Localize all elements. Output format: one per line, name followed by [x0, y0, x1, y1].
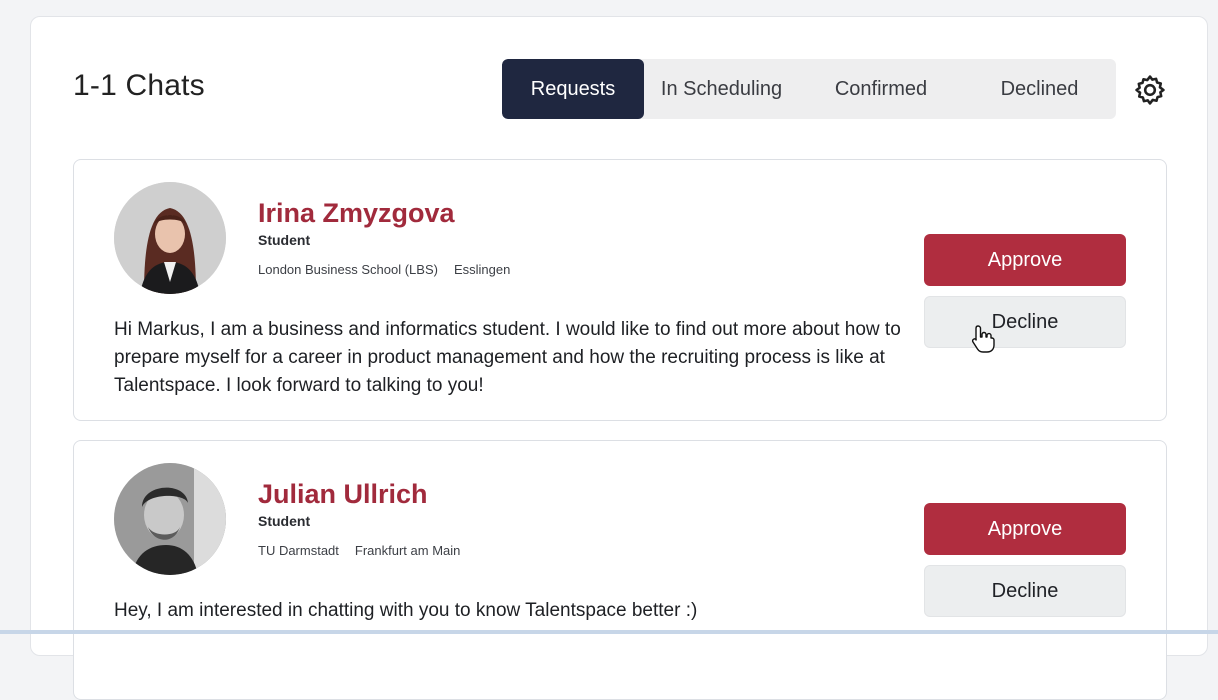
hand-cursor-icon: [970, 324, 996, 354]
approve-button[interactable]: Approve: [924, 503, 1126, 555]
requester-name[interactable]: Julian Ullrich: [258, 479, 428, 510]
request-card: Irina Zmyzgova Student London Business S…: [73, 159, 1167, 421]
tab-in-scheduling[interactable]: In Scheduling: [644, 59, 799, 119]
tab-requests[interactable]: Requests: [502, 59, 644, 119]
tab-confirmed[interactable]: Confirmed: [799, 59, 963, 119]
requester-location: Esslingen: [453, 262, 511, 277]
requester-name[interactable]: Irina Zmyzgova: [258, 198, 455, 229]
window-bottom-edge: [0, 630, 1218, 634]
requester-school: London Business School (LBS): [258, 262, 438, 277]
approve-button[interactable]: Approve: [924, 234, 1126, 286]
chats-panel: 1-1 Chats Requests In Scheduling Confirm…: [30, 16, 1208, 700]
request-message: Hi Markus, I am a business and informati…: [114, 319, 901, 396]
decline-button[interactable]: Decline: [924, 296, 1126, 348]
decline-button[interactable]: Decline: [924, 565, 1126, 617]
avatar: [114, 182, 226, 294]
requester-school: TU Darmstadt: [258, 543, 339, 558]
avatar: [114, 463, 226, 575]
requester-meta: London Business School (LBS) Esslingen: [258, 262, 510, 277]
requester-meta: TU Darmstadt Frankfurt am Main: [258, 543, 460, 558]
tab-declined[interactable]: Declined: [963, 59, 1116, 119]
page-title: 1-1 Chats: [73, 69, 205, 102]
request-message: Hey, I am interested in chatting with yo…: [114, 600, 698, 621]
gear-icon[interactable]: [1133, 73, 1167, 107]
request-card: Julian Ullrich Student TU Darmstadt Fran…: [73, 440, 1167, 700]
status-tabs: Requests In Scheduling Confirmed Decline…: [502, 59, 1116, 119]
requester-role: Student: [258, 232, 311, 248]
requester-location: Frankfurt am Main: [354, 543, 461, 558]
requester-role: Student: [258, 513, 311, 529]
